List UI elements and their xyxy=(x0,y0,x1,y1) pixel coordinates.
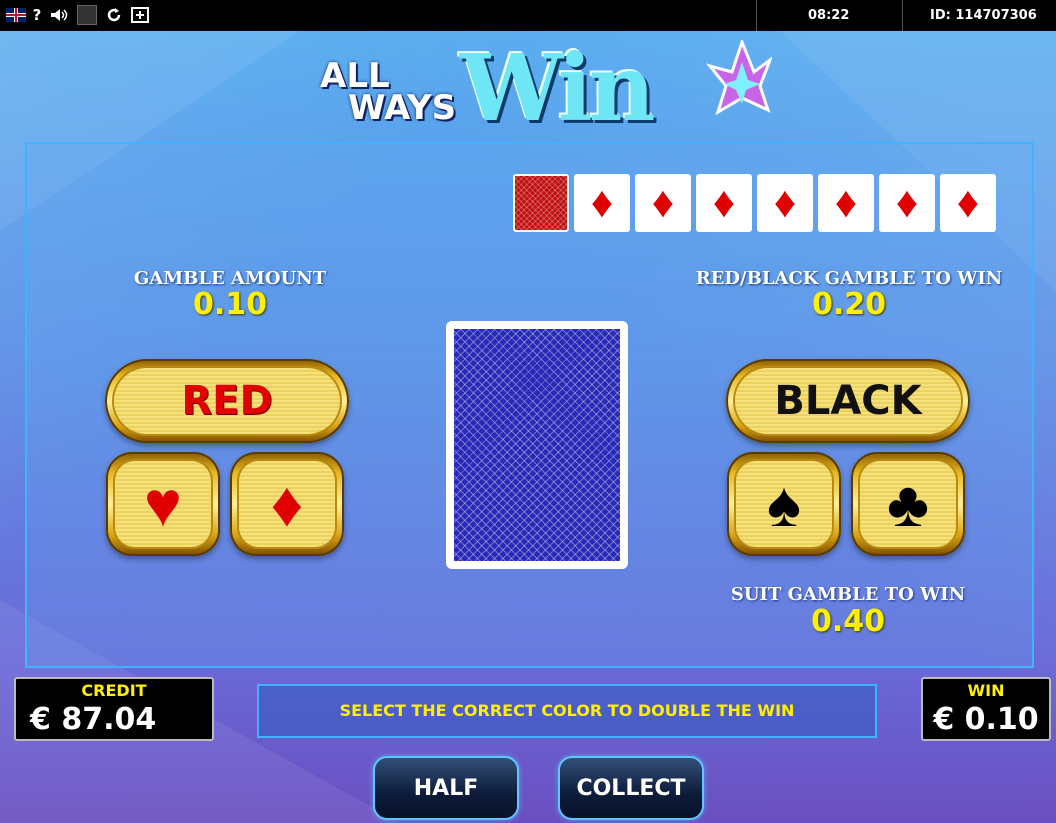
spade-icon: ♠ xyxy=(736,461,832,547)
spades-button[interactable]: ♠ xyxy=(727,452,841,556)
suit-win-value: 0.40 xyxy=(810,604,886,639)
win-label: WIN xyxy=(967,681,1005,700)
diamond-icon: ♦ xyxy=(239,461,335,547)
red-button-label: RED xyxy=(114,368,340,434)
half-button[interactable]: HALF xyxy=(373,756,519,820)
win-meter: WIN € 0.10 xyxy=(921,677,1051,741)
gamble-amount-label: GAMBLE AMOUNT xyxy=(133,268,327,289)
message-box: SELECT THE CORRECT COLOR TO DOUBLE THE W… xyxy=(257,684,877,738)
message-text: SELECT THE CORRECT COLOR TO DOUBLE THE W… xyxy=(339,701,795,720)
credit-meter: CREDIT € 87.04 xyxy=(14,677,214,741)
reload-icon[interactable] xyxy=(104,6,124,24)
black-button[interactable]: BLACK xyxy=(726,359,970,443)
credit-label: CREDIT xyxy=(81,681,147,700)
help-icon[interactable]: ? xyxy=(30,6,44,24)
system-top-bar: ? 08:22 ID: 114707306 xyxy=(0,0,1056,31)
face-down-card xyxy=(446,321,628,569)
red-button[interactable]: RED xyxy=(105,359,349,443)
suit-win-label: SUIT GAMBLE TO WIN xyxy=(730,584,966,605)
redblack-win-value: 0.20 xyxy=(811,287,887,322)
history-card-diamond: ♦ xyxy=(940,174,996,232)
clock: 08:22 xyxy=(808,8,850,23)
clubs-button[interactable]: ♣ xyxy=(851,452,965,556)
collect-button[interactable]: COLLECT xyxy=(558,756,704,820)
heart-icon: ♥ xyxy=(115,461,211,547)
club-icon: ♣ xyxy=(860,461,956,547)
logo-ways-text: WAYS xyxy=(348,88,457,128)
game-screen: ? 08:22 ID: 114707306 ALL WAYS Win ♦ ♦ ♦… xyxy=(0,0,1056,823)
game-logo: ALL WAYS Win xyxy=(312,34,774,142)
blank-square-icon[interactable] xyxy=(76,5,98,25)
gamble-amount-value: 0.10 xyxy=(192,287,268,322)
history-card-diamond: ♦ xyxy=(818,174,874,232)
collect-button-label: COLLECT xyxy=(576,775,686,801)
session-id: ID: 114707306 xyxy=(930,8,1037,23)
history-card-diamond: ♦ xyxy=(879,174,935,232)
history-card-diamond: ♦ xyxy=(696,174,752,232)
history-card-diamond: ♦ xyxy=(574,174,630,232)
history-card-diamond: ♦ xyxy=(635,174,691,232)
history-card-back xyxy=(513,174,569,232)
half-button-label: HALF xyxy=(413,775,479,801)
credit-value: € 87.04 xyxy=(30,702,157,737)
diamonds-button[interactable]: ♦ xyxy=(230,452,344,556)
uk-flag-icon[interactable] xyxy=(6,6,26,24)
fullscreen-icon[interactable] xyxy=(129,6,151,24)
sound-icon[interactable] xyxy=(48,6,70,24)
hearts-button[interactable]: ♥ xyxy=(106,452,220,556)
win-value: € 0.10 xyxy=(933,702,1039,737)
black-button-label: BLACK xyxy=(735,368,961,434)
logo-win-text: Win xyxy=(460,34,656,142)
redblack-win-label: RED/BLACK GAMBLE TO WIN xyxy=(695,268,1003,289)
history-card-diamond: ♦ xyxy=(757,174,813,232)
